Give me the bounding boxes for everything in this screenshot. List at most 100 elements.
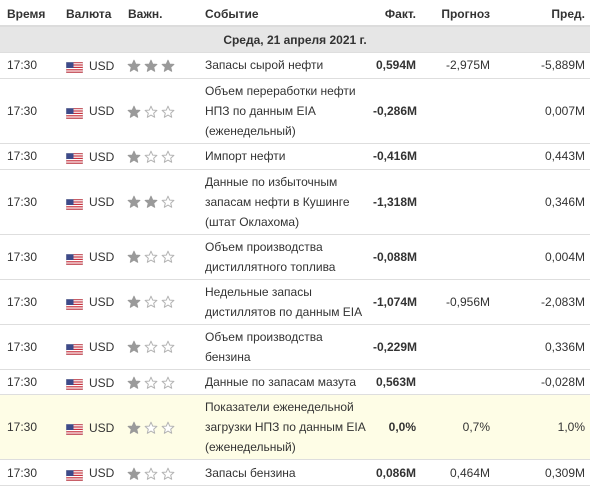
event-actual: -1,318M xyxy=(373,169,423,235)
us-flag-icon xyxy=(65,59,84,74)
event-actual: -0,416M xyxy=(373,143,423,170)
us-flag-icon xyxy=(65,105,84,120)
column-header-importance[interactable]: Важн. xyxy=(120,3,205,27)
event-forecast xyxy=(423,369,507,396)
importance-stars xyxy=(127,146,178,166)
table-row[interactable]: 17:30 USD Недельные запасы дистиллятов по … xyxy=(0,279,590,325)
event-name[interactable]: Объем переработки нефти НПЗ по данным EI… xyxy=(205,78,373,144)
event-currency: USD xyxy=(58,369,120,396)
event-previous: 0,336M xyxy=(507,324,590,370)
us-flag-icon xyxy=(65,196,84,210)
event-previous: 0,443M xyxy=(507,143,590,170)
event-time: 17:30 xyxy=(0,143,58,170)
event-name[interactable]: Данные по избыточным запасам нефти в Куш… xyxy=(205,169,373,235)
event-importance xyxy=(120,324,205,370)
column-header-currency[interactable]: Валюта xyxy=(58,3,120,27)
event-name[interactable]: Недельные запасы дистиллятов по данным E… xyxy=(205,279,373,325)
economic-calendar-table: Время Валюта Важн. Событие Факт. Прогноз… xyxy=(0,3,590,487)
table-row[interactable]: 17:30 USD Запасы бензина 0,086M 0,464M 0,309M xyxy=(0,459,590,487)
importance-stars xyxy=(127,247,178,267)
event-previous: 0,004M xyxy=(507,234,590,280)
event-name[interactable]: Данные по запасам мазута xyxy=(205,369,373,396)
event-importance xyxy=(120,234,205,280)
column-header-event[interactable]: Событие xyxy=(205,3,373,27)
currency-code: USD xyxy=(89,340,115,355)
star-filled-icon xyxy=(127,467,141,480)
event-importance xyxy=(120,143,205,170)
event-previous: 0,007M xyxy=(507,78,590,144)
star-filled-icon xyxy=(161,59,175,73)
event-previous: -0,028M xyxy=(507,369,590,396)
event-time: 17:30 xyxy=(0,369,58,396)
currency-code: USD xyxy=(89,149,115,164)
event-name[interactable]: Объем производства дистиллятного топлива xyxy=(205,234,373,280)
us-flag-icon xyxy=(65,376,84,391)
column-header-actual[interactable]: Факт. xyxy=(373,3,423,27)
star-empty-icon xyxy=(161,251,175,264)
table-row[interactable]: 17:30 USD Импорт нефти -0,416M 0,443M xyxy=(0,143,590,170)
table-row[interactable]: 17:30 USD Данные по избыточным запасам неф… xyxy=(0,169,590,235)
star-empty-icon xyxy=(161,467,175,480)
table-row[interactable]: 17:30 USD Запасы сырой нефти 0,594M -2,975M -… xyxy=(0,52,590,79)
star-filled-icon xyxy=(127,422,141,435)
event-time: 17:30 xyxy=(0,234,58,280)
event-name[interactable]: Запасы сырой нефти xyxy=(205,52,373,79)
event-previous: 0,346M xyxy=(507,169,590,235)
event-forecast xyxy=(423,143,507,170)
table-row[interactable]: 17:30 USD Объем производства дистиллятного… xyxy=(0,234,590,280)
us-flag-icon xyxy=(65,251,84,265)
star-empty-icon xyxy=(161,341,175,354)
event-previous: 0,309M xyxy=(507,459,590,487)
event-previous: 1,0% xyxy=(507,394,590,461)
table-row[interactable]: 17:30 USD Объем производства бензина -0,229… xyxy=(0,324,590,370)
event-actual: 0,594M xyxy=(373,52,423,79)
event-name[interactable]: Показатели еженедельной загрузки НПЗ по … xyxy=(205,394,373,461)
importance-stars xyxy=(127,372,178,392)
event-time: 17:30 xyxy=(0,279,58,325)
column-header-time[interactable]: Время xyxy=(0,3,58,27)
column-header-forecast[interactable]: Прогноз xyxy=(423,3,507,27)
star-filled-icon xyxy=(127,251,141,264)
event-actual: -0,088M xyxy=(373,234,423,280)
currency-code: USD xyxy=(89,295,115,310)
us-flag-icon xyxy=(65,150,84,165)
event-currency: USD xyxy=(58,279,120,325)
table-row[interactable]: 17:30 USD Данные по запасам мазута 0,563M -0… xyxy=(0,369,590,396)
event-forecast xyxy=(423,169,507,235)
star-empty-icon xyxy=(161,196,175,209)
date-label: Среда, 21 апреля 2021 г. xyxy=(0,26,590,53)
star-empty-icon xyxy=(161,150,175,163)
event-name[interactable]: Объем производства бензина xyxy=(205,324,373,370)
event-previous: -2,083M xyxy=(507,279,590,325)
importance-stars xyxy=(127,292,178,312)
event-time: 17:30 xyxy=(0,459,58,487)
event-forecast xyxy=(423,234,507,280)
event-currency: USD xyxy=(58,143,120,170)
event-actual: 0,086M xyxy=(373,459,423,487)
event-importance xyxy=(120,369,205,396)
star-empty-icon xyxy=(144,376,158,389)
event-currency: USD xyxy=(58,459,120,487)
event-forecast xyxy=(423,324,507,370)
table-row[interactable]: 17:30 USD Объем переработки нефти НПЗ по д… xyxy=(0,78,590,144)
event-name[interactable]: Запасы бензина xyxy=(205,459,373,487)
currency-code: USD xyxy=(89,420,115,435)
column-header-previous[interactable]: Пред. xyxy=(507,3,590,27)
star-filled-icon xyxy=(144,59,158,73)
event-name[interactable]: Импорт нефти xyxy=(205,143,373,170)
star-empty-icon xyxy=(161,376,175,389)
event-actual: 0,0% xyxy=(373,394,423,461)
event-forecast xyxy=(423,78,507,144)
star-empty-icon xyxy=(144,467,158,480)
us-flag-icon xyxy=(65,296,84,310)
event-currency: USD xyxy=(58,394,120,461)
event-previous: -5,889M xyxy=(507,52,590,79)
event-time: 17:30 xyxy=(0,52,58,79)
event-actual: -0,286M xyxy=(373,78,423,144)
table-row[interactable]: 17:30 USD Показатели еженедельной загрузки… xyxy=(0,394,590,461)
importance-stars xyxy=(127,55,178,75)
star-empty-icon xyxy=(144,341,158,354)
event-currency: USD xyxy=(58,234,120,280)
event-forecast: 0,464M xyxy=(423,459,507,487)
star-empty-icon xyxy=(161,422,175,435)
